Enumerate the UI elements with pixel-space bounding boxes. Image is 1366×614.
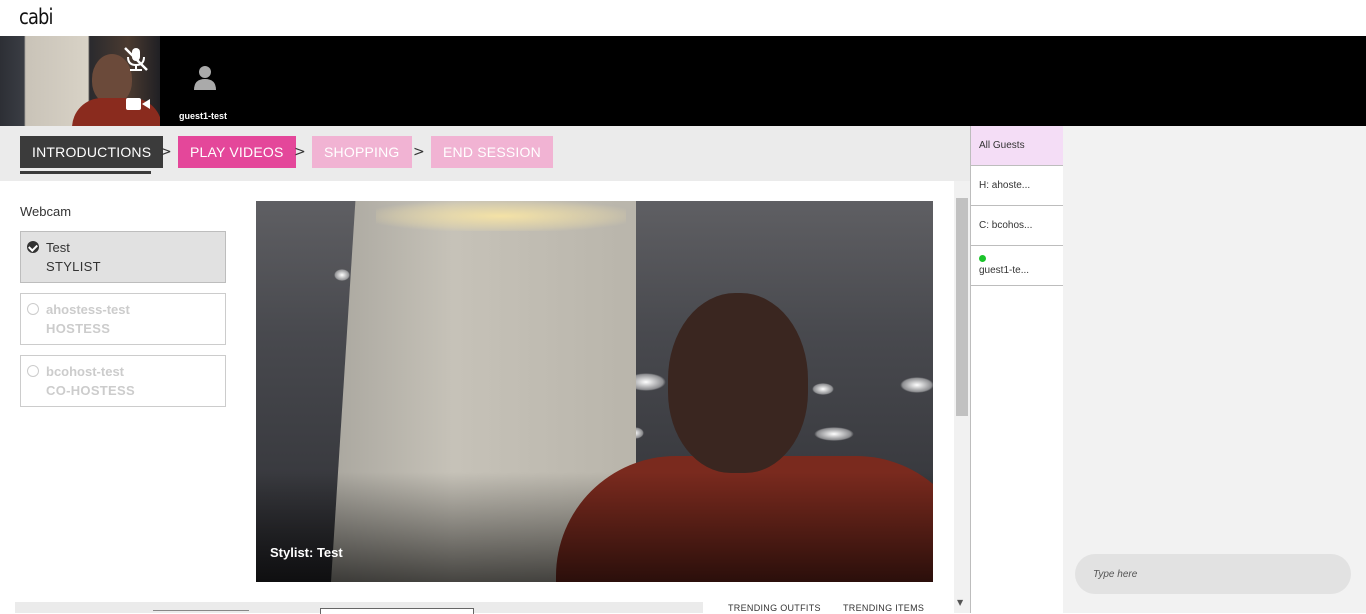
radio-empty-icon: [27, 365, 39, 377]
webcam-option-stylist[interactable]: Test STYLIST: [20, 231, 226, 283]
chat-message-input[interactable]: [1075, 554, 1351, 594]
person-name: ahostess-test: [46, 302, 130, 317]
online-status-icon: [979, 255, 986, 262]
background-light-glow: [376, 201, 626, 231]
video-camera-icon[interactable]: [126, 96, 150, 112]
guest-label: H: ahoste...: [979, 180, 1031, 191]
guest-item-co-hostess[interactable]: C: bcohos...: [971, 206, 1064, 246]
step-end-session[interactable]: END SESSION: [431, 136, 553, 168]
cabi-logo[interactable]: cabi: [19, 5, 53, 29]
participant-strip: guest1-test: [0, 36, 1366, 126]
chat-panel: [1063, 126, 1366, 613]
tab-trending-items[interactable]: TRENDING ITEMS: [843, 603, 924, 613]
person-name: bcohost-test: [46, 364, 124, 379]
check-circle-icon: [27, 241, 39, 253]
webcam-heading: Webcam: [20, 204, 72, 219]
chevron-right-icon: >: [294, 144, 306, 160]
radio-empty-icon: [27, 303, 39, 315]
chevron-right-icon: >: [160, 144, 172, 160]
scroll-down-arrow-icon[interactable]: ▼: [957, 598, 963, 607]
person-role: HOSTESS: [46, 321, 111, 336]
video-shade: [256, 472, 933, 582]
main-video-feed[interactable]: Stylist: Test: [256, 201, 933, 582]
ceiling-light: [814, 427, 854, 441]
guest-video-tile[interactable]: guest1-test: [170, 36, 240, 126]
ceiling-light: [812, 383, 834, 395]
guest-name-label: guest1-test: [179, 111, 228, 121]
self-video-tile[interactable]: [0, 36, 160, 126]
step-play-videos[interactable]: PLAY VIDEOS: [178, 136, 296, 168]
panel-field[interactable]: [320, 608, 474, 614]
person-name: Test: [46, 240, 70, 255]
guest-label: All Guests: [979, 140, 1025, 151]
guest-label: guest1-te...: [979, 265, 1030, 276]
guest-item-guest1[interactable]: guest1-te...: [971, 246, 1064, 286]
chevron-right-icon: >: [413, 144, 425, 160]
ceiling-light: [900, 377, 933, 393]
ceiling-light: [334, 269, 350, 281]
step-introductions[interactable]: INTRODUCTIONS: [20, 136, 164, 168]
mic-off-icon[interactable]: [122, 46, 150, 72]
main-scrollbar[interactable]: ▼: [954, 181, 970, 613]
person-role: STYLIST: [46, 259, 101, 274]
guest-item-hostess[interactable]: H: ahoste...: [971, 166, 1064, 206]
session-step-bar: INTRODUCTIONS > PLAY VIDEOS > SHOPPING >…: [0, 126, 970, 181]
video-caption: Stylist: Test: [270, 545, 343, 560]
active-step-underline: [20, 171, 151, 174]
scrollbar-thumb[interactable]: [956, 198, 968, 416]
webcam-option-hostess[interactable]: ahostess-test HOSTESS: [20, 293, 226, 345]
webcam-option-co-hostess[interactable]: bcohost-test CO-HOSTESS: [20, 355, 226, 407]
user-avatar-icon: [194, 66, 216, 90]
guest-label: C: bcohos...: [979, 220, 1033, 231]
top-bar: cabi: [0, 0, 1366, 36]
tab-trending-outfits[interactable]: TRENDING OUTFITS: [728, 603, 821, 613]
panel-divider: [153, 610, 249, 611]
stylist-head: [668, 293, 808, 473]
guest-item-all[interactable]: All Guests: [971, 126, 1064, 166]
person-role: CO-HOSTESS: [46, 383, 135, 398]
guest-list-sidebar: All Guests H: ahoste... C: bcohos... gue…: [970, 126, 1064, 613]
step-shopping[interactable]: SHOPPING: [312, 136, 412, 168]
